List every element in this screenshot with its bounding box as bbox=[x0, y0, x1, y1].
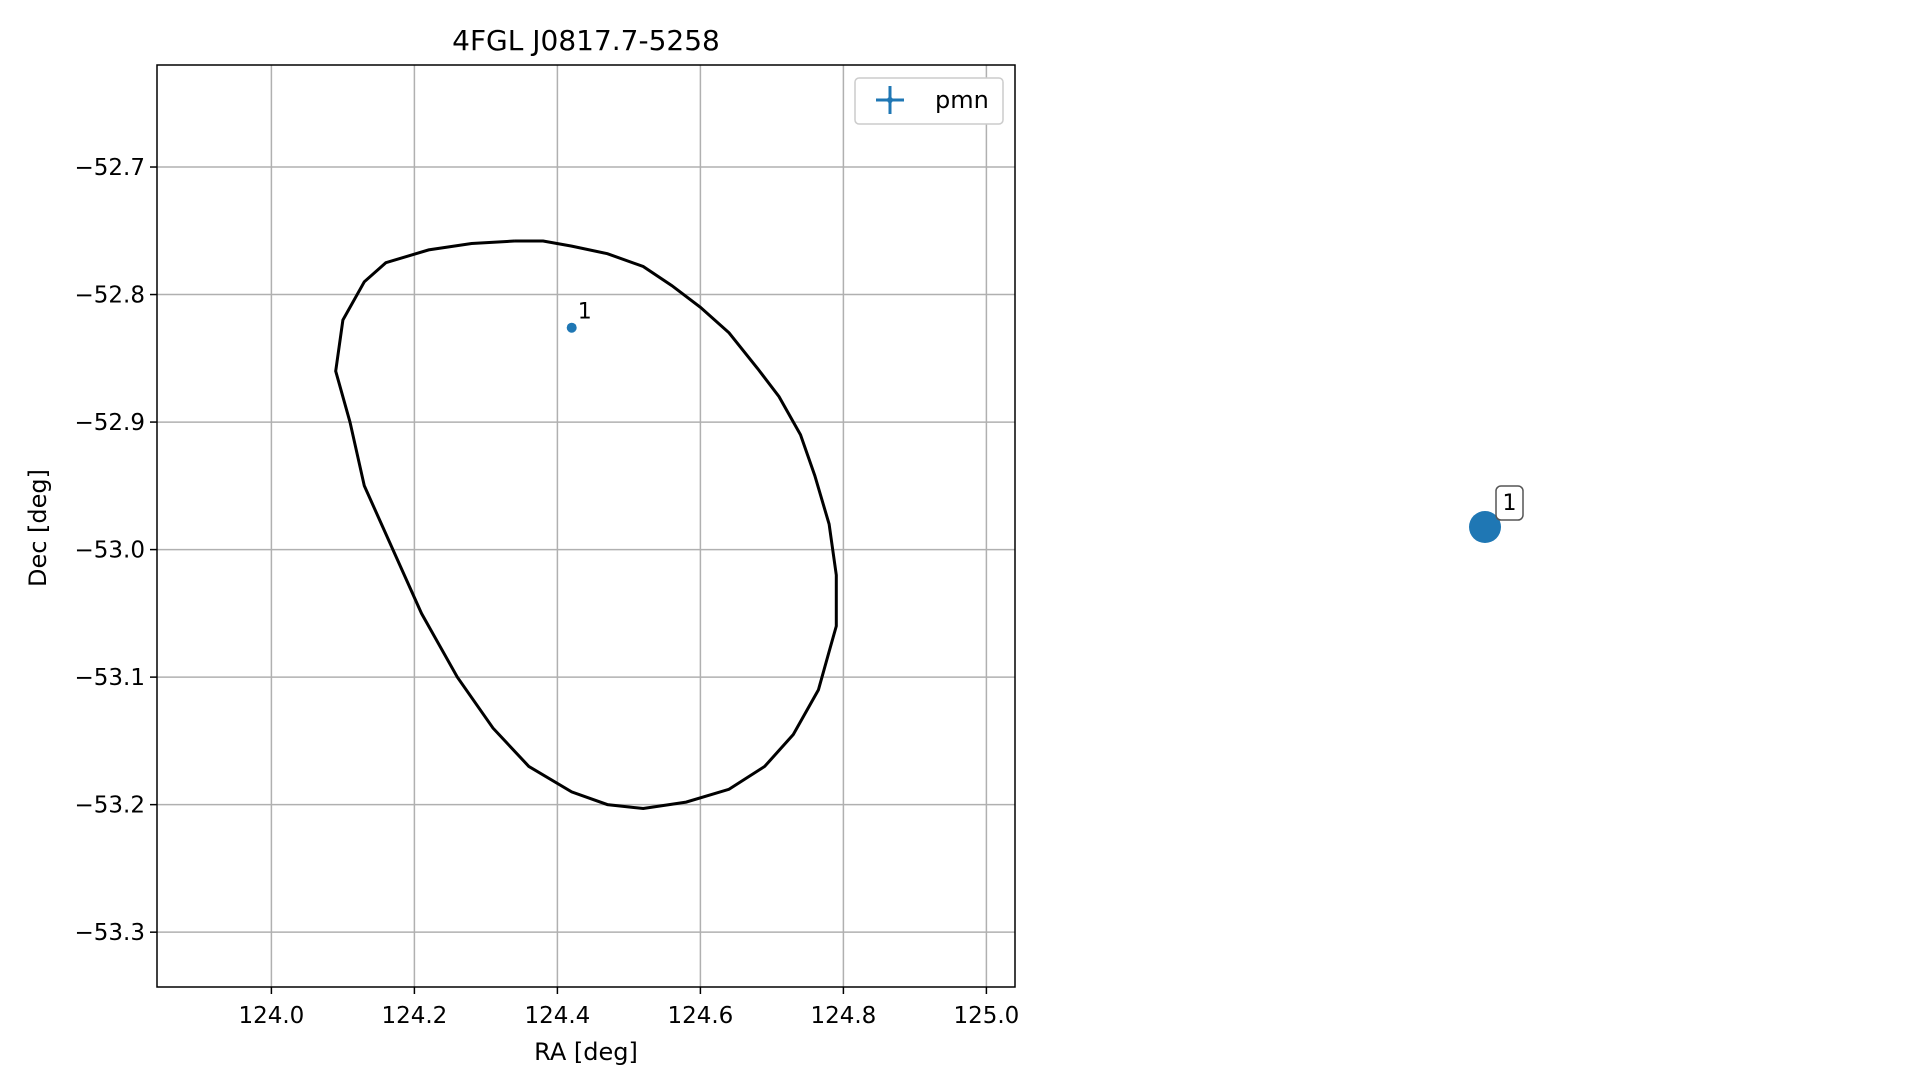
x-tick-label: 124.0 bbox=[238, 1003, 304, 1029]
x-axis-ticks: 124.0 124.2 124.4 124.6 124.8 125.0 bbox=[238, 987, 1019, 1029]
figure: 1 124.0 124.2 124.4 124.6 124.8 125.0 −52.7−5… bbox=[24, 24, 1524, 1066]
y-tick-label: −52.8 bbox=[75, 283, 145, 309]
x-tick-label: 124.6 bbox=[667, 1003, 733, 1029]
x-tick-label: 124.4 bbox=[524, 1003, 590, 1029]
y-tick-label: −53.0 bbox=[75, 538, 145, 564]
data-point-label: 1 bbox=[578, 300, 592, 325]
y-tick-label: −53.3 bbox=[75, 920, 145, 946]
y-tick-label: −53.2 bbox=[75, 793, 145, 819]
y-axis-label: Dec [deg] bbox=[24, 469, 52, 587]
main-chart: 1 124.0 124.2 124.4 124.6 124.8 125.0 −52.7−5… bbox=[24, 24, 1019, 1066]
y-tick-label: −52.7 bbox=[75, 155, 145, 181]
x-tick-label: 124.2 bbox=[381, 1003, 447, 1029]
y-tick-label: −52.9 bbox=[75, 410, 145, 436]
side-point-label: 1 bbox=[1503, 491, 1517, 516]
y-axis-ticks: −52.7 −52.8 −52.9 −53.0 −53.1 −53.2 −53.3 bbox=[75, 155, 157, 946]
y-tick-label: −53.1 bbox=[75, 665, 145, 691]
data-point bbox=[566, 322, 577, 333]
legend-label-pmn: pmn bbox=[935, 86, 989, 114]
x-tick-label: 124.8 bbox=[810, 1003, 876, 1029]
side-panel: 1 bbox=[1469, 485, 1524, 543]
x-tick-label: 125.0 bbox=[953, 1003, 1019, 1029]
plot-area bbox=[157, 65, 1015, 987]
legend: pmn bbox=[854, 77, 1004, 125]
x-axis-label: RA [deg] bbox=[534, 1038, 638, 1066]
chart-title: 4FGL J0817.7-5258 bbox=[452, 24, 720, 57]
